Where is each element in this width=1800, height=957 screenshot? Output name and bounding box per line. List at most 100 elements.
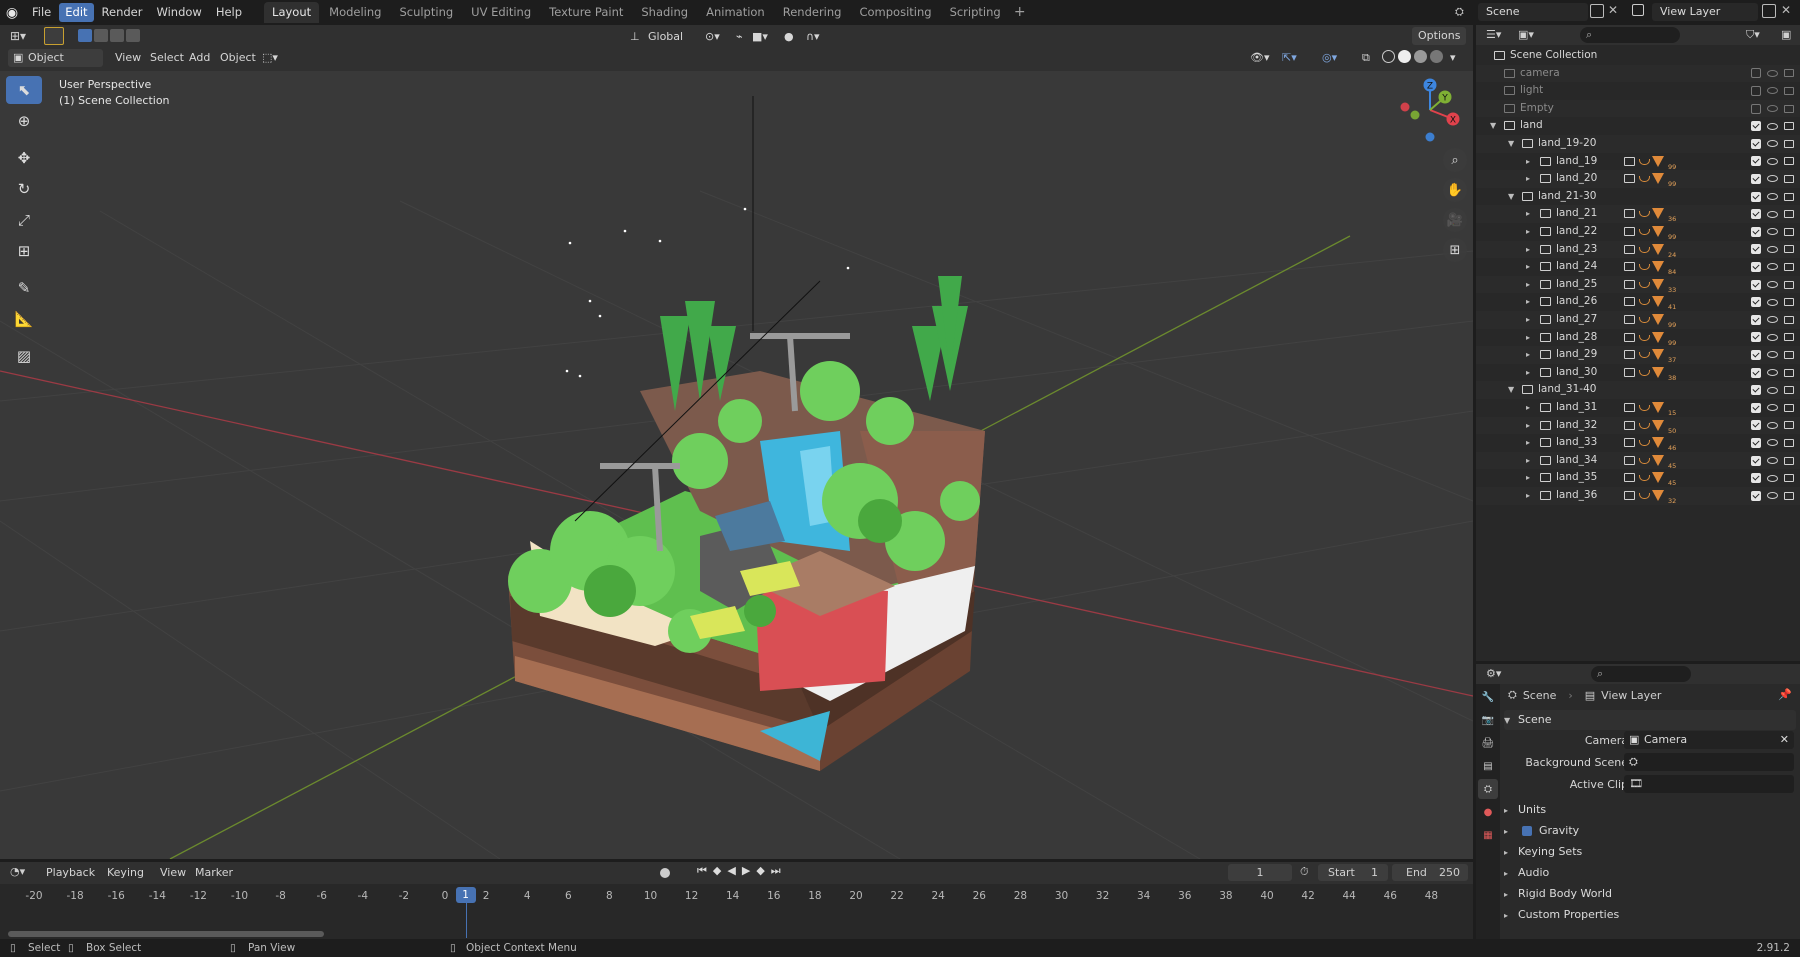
exclude-checkbox[interactable] <box>1751 244 1761 255</box>
expand-toggle-icon[interactable]: ▸ <box>1526 346 1530 364</box>
modifier-icons[interactable] <box>1624 349 1664 361</box>
outliner-editor-type-icon[interactable]: ☰▾ <box>1486 28 1501 41</box>
scene-panel-header[interactable]: ▼ Scene <box>1504 710 1796 730</box>
transform-orientation-dropdown[interactable]: Global <box>648 28 683 46</box>
eye-icon[interactable] <box>1767 439 1778 447</box>
delete-view-layer-icon[interactable]: ✕ <box>1781 3 1791 17</box>
scene-selector-icon[interactable]: ⛭ <box>1455 5 1464 19</box>
measure-tool-icon[interactable]: 📐 <box>6 305 42 333</box>
outliner-row[interactable]: ▸ land_34 45 <box>1476 451 1800 470</box>
exclude-checkbox[interactable] <box>1751 473 1761 484</box>
gravity-panel-header[interactable]: ▸ Gravity <box>1504 821 1796 841</box>
audio-panel-header[interactable]: ▸ Audio <box>1504 863 1796 883</box>
editor-type-icon[interactable]: ⊞▾ <box>10 29 26 43</box>
new-collection-icon[interactable]: ▣ <box>1781 28 1791 41</box>
eye-icon[interactable] <box>1767 457 1778 465</box>
exclude-checkbox[interactable] <box>1751 85 1761 96</box>
modifier-icons[interactable] <box>1624 243 1664 255</box>
outliner-search-field[interactable]: ⌕ <box>1580 27 1680 43</box>
snap-icon[interactable]: ⌁ <box>736 28 743 46</box>
eye-icon[interactable] <box>1767 404 1778 412</box>
shading-mode-icons[interactable] <box>1382 50 1443 63</box>
3d-viewport[interactable]: User Perspective (1) Scene Collection ⬉ … <box>0 71 1473 859</box>
exclude-checkbox[interactable] <box>1751 332 1761 343</box>
object-interaction-icon[interactable]: ⬚▾ <box>262 49 278 67</box>
scene-tab-icon[interactable]: ⛭ <box>1478 779 1498 799</box>
render-camera-icon[interactable] <box>1784 139 1794 148</box>
modifier-icons[interactable] <box>1624 314 1664 325</box>
render-camera-icon[interactable] <box>1784 421 1794 430</box>
outliner-row[interactable]: ▼ land_19-20 <box>1476 135 1800 153</box>
playback-menu[interactable]: Playback <box>46 864 95 882</box>
menu-render[interactable]: Render <box>96 3 149 22</box>
custom-properties-panel-header[interactable]: ▸ Custom Properties <box>1504 905 1796 925</box>
snap-target-icon[interactable]: ■▾ <box>752 28 768 46</box>
render-camera-icon[interactable] <box>1784 474 1794 483</box>
menu-select[interactable]: Select <box>150 49 184 67</box>
exclude-checkbox[interactable] <box>1751 226 1761 237</box>
exclude-checkbox[interactable] <box>1751 402 1761 413</box>
delete-scene-icon[interactable]: ✕ <box>1608 3 1618 17</box>
cursor-tool-icon[interactable]: ⊕ <box>6 107 42 135</box>
falloff-icon[interactable]: ∩▾ <box>806 28 820 46</box>
render-tab-icon[interactable]: 📷 <box>1478 710 1498 730</box>
expand-toggle-icon[interactable]: ▸ <box>1526 241 1530 259</box>
preview-range-icon[interactable]: ⏱ <box>1300 865 1309 879</box>
expand-toggle-icon[interactable]: ▸ <box>1526 487 1530 505</box>
modifier-icons[interactable] <box>1624 472 1664 484</box>
end-frame-field[interactable]: End 250 <box>1392 864 1468 881</box>
proportional-edit-icon[interactable]: ● <box>784 28 794 46</box>
expand-toggle-icon[interactable]: ▸ <box>1526 399 1530 417</box>
render-camera-icon[interactable] <box>1784 262 1794 271</box>
background-scene-field[interactable]: ⛭ <box>1624 753 1794 771</box>
menu-edit[interactable]: Edit <box>59 3 94 22</box>
select-box-tool-icon[interactable]: ⬉ <box>6 76 42 104</box>
eye-icon[interactable] <box>1767 421 1778 429</box>
new-view-layer-icon[interactable] <box>1762 4 1776 18</box>
expand-toggle-icon[interactable]: ▸ <box>1526 258 1530 276</box>
menu-file[interactable]: File <box>26 3 57 22</box>
render-camera-icon[interactable] <box>1784 456 1794 465</box>
eye-icon[interactable] <box>1767 386 1778 394</box>
overlay-toggle-icon[interactable]: ◎▾ <box>1322 49 1337 67</box>
exclude-checkbox[interactable] <box>1751 314 1761 325</box>
eye-icon[interactable] <box>1767 298 1778 306</box>
render-camera-icon[interactable] <box>1784 298 1794 307</box>
view-layer-icon[interactable] <box>1632 4 1644 16</box>
menu-add[interactable]: Add <box>189 49 210 67</box>
properties-search-field[interactable]: ⌕ <box>1591 666 1691 682</box>
menu-view[interactable]: View <box>115 49 141 67</box>
render-camera-icon[interactable] <box>1784 280 1794 289</box>
eye-icon[interactable] <box>1767 69 1778 77</box>
outliner-row[interactable]: ▸ land_27 99 <box>1476 311 1800 329</box>
render-camera-icon[interactable] <box>1784 386 1794 395</box>
modifier-icons[interactable] <box>1624 419 1664 431</box>
modifier-icons[interactable] <box>1624 278 1664 290</box>
render-camera-icon[interactable] <box>1784 210 1794 219</box>
tab-layout[interactable]: Layout <box>264 2 320 23</box>
exclude-checkbox[interactable] <box>1751 367 1761 378</box>
units-panel-header[interactable]: ▸ Units <box>1504 800 1796 820</box>
exclude-checkbox[interactable] <box>1751 261 1761 272</box>
move-tool-icon[interactable]: ✥ <box>6 144 42 172</box>
zoom-icon[interactable]: ⌕ <box>1443 148 1467 172</box>
eye-icon[interactable] <box>1767 316 1778 324</box>
current-frame-field[interactable]: 1 <box>1228 864 1292 881</box>
render-camera-icon[interactable] <box>1784 69 1794 78</box>
outliner-row[interactable]: ▼ land <box>1476 117 1800 135</box>
display-mode-icon[interactable]: ▣▾ <box>1518 28 1534 41</box>
expand-toggle-icon[interactable]: ▸ <box>1526 170 1530 188</box>
exclude-checkbox[interactable] <box>1751 297 1761 308</box>
transform-tool-icon[interactable]: ⊞ <box>6 237 42 265</box>
texture-tab-icon[interactable]: ▦ <box>1478 825 1498 845</box>
render-camera-icon[interactable] <box>1784 122 1794 131</box>
rotate-tool-icon[interactable]: ↻ <box>6 175 42 203</box>
modifier-icons[interactable] <box>1624 261 1664 273</box>
menu-help[interactable]: Help <box>210 3 248 22</box>
playhead-line[interactable] <box>465 902 467 938</box>
playhead-frame-badge[interactable]: 1 <box>455 887 476 903</box>
exclude-checkbox[interactable] <box>1751 279 1761 290</box>
new-scene-icon[interactable] <box>1590 4 1604 18</box>
output-tab-icon[interactable]: 🖨 <box>1478 733 1498 753</box>
eye-icon[interactable] <box>1767 175 1778 183</box>
